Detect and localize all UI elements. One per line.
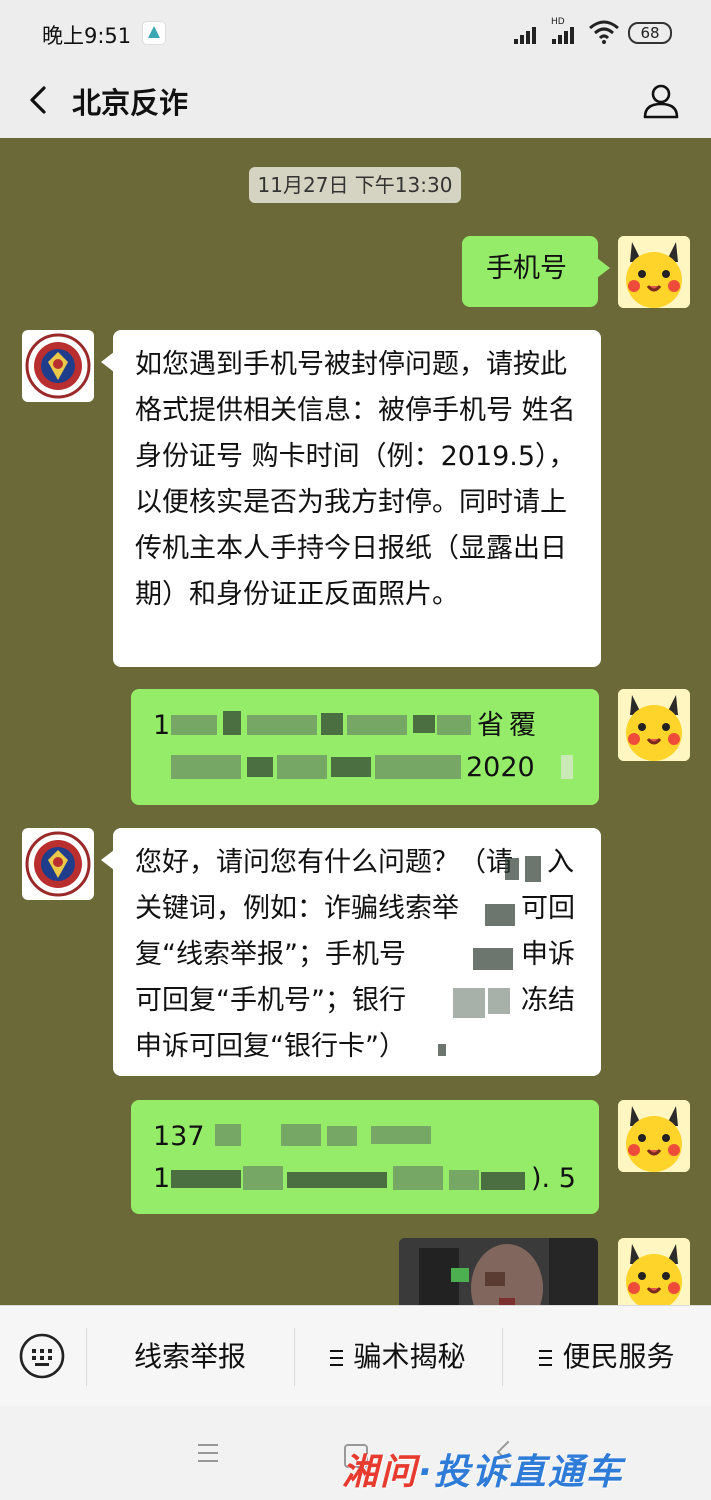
page-title: 北京反诈 xyxy=(72,86,189,120)
menu-item-label: 骗术揭秘 xyxy=(353,1340,466,1373)
profile-icon[interactable] xyxy=(640,80,682,122)
back-arrow-icon[interactable] xyxy=(22,82,58,118)
message-fragment: 1 xyxy=(153,1163,171,1194)
sent-message-bubble-redacted[interactable]: 137 1 ). 5 xyxy=(131,1100,599,1214)
battery-icon: 68 xyxy=(628,22,672,44)
submenu-icon xyxy=(539,1350,553,1366)
chat-header: 北京反诈 xyxy=(0,62,711,138)
message-text: 申诉可回复“银行卡”） xyxy=(135,1031,406,1062)
status-time: 晚上9:51 xyxy=(42,24,132,48)
message-fragment: 1 xyxy=(153,710,171,741)
message-fragment: 省 xyxy=(477,710,504,741)
pikachu-avatar-icon xyxy=(618,1238,690,1305)
message-text: 入 xyxy=(547,847,574,878)
message-text: 如您遇到手机号被封停问题，请按此格式提供相关信息：被停手机号 姓名 身份证号 购… xyxy=(135,349,576,610)
status-bar: 晚上9:51 HD 68 xyxy=(0,0,711,62)
message-timestamp: 11月27日 下午13:30 xyxy=(249,167,461,203)
sent-message-bubble[interactable]: 手机号 xyxy=(462,236,610,307)
submenu-icon xyxy=(330,1350,344,1366)
message-fragment: 2020 xyxy=(466,752,535,783)
menu-item-label: 线索举报 xyxy=(133,1340,246,1373)
official-avatar[interactable] xyxy=(22,330,94,402)
photo-thumbnail xyxy=(399,1238,598,1305)
recent-apps-icon[interactable] xyxy=(198,1444,218,1462)
pikachu-avatar-icon xyxy=(618,689,690,761)
message-text: 复“线索举报”；手机号 xyxy=(135,939,406,970)
message-text: 申诉 xyxy=(521,939,575,970)
received-message-bubble[interactable]: 如您遇到手机号被封停问题，请按此格式提供相关信息：被停手机号 姓名 身份证号 购… xyxy=(101,330,601,667)
pikachu-avatar-icon xyxy=(618,236,690,308)
official-account-menu: 线索举报 骗术揭秘 便民服务 xyxy=(0,1305,711,1407)
app-notification-icon xyxy=(142,21,166,45)
my-avatar[interactable] xyxy=(618,1238,690,1305)
sent-message-bubble-redacted[interactable]: 1 省 覆 2020 xyxy=(131,689,599,805)
menu-item-scam-reveal[interactable]: 骗术揭秘 xyxy=(295,1306,501,1407)
wifi-icon xyxy=(589,20,619,44)
message-fragment: ). 5 xyxy=(531,1163,576,1194)
message-text: 可回复“手机号”；银行 xyxy=(135,985,406,1016)
message-text: 您好，请问您有什么问题？（请 xyxy=(135,847,513,878)
my-avatar[interactable] xyxy=(618,1100,690,1172)
received-message-bubble[interactable]: 您好，请问您有什么问题？（请 入 关键词，例如：诈骗线索举 可回 复“线索举报”… xyxy=(101,828,601,1076)
message-text: 手机号 xyxy=(486,253,567,284)
message-fragment: 覆 xyxy=(509,710,536,741)
police-badge-icon xyxy=(25,831,91,897)
menu-item-public-service[interactable]: 便民服务 xyxy=(503,1306,711,1407)
watermark-logo: 湘问·投诉直通车 xyxy=(342,1452,624,1493)
message-text: 可回 xyxy=(521,893,575,924)
signal-icon xyxy=(514,24,546,44)
message-text: 关键词，例如：诈骗线索举 xyxy=(135,893,459,924)
message-text: 冻结 xyxy=(521,985,575,1016)
police-badge-icon xyxy=(25,333,91,399)
menu-item-label: 便民服务 xyxy=(562,1340,675,1373)
my-avatar[interactable] xyxy=(618,689,690,761)
keyboard-icon[interactable] xyxy=(18,1332,66,1380)
signal-hd-icon xyxy=(552,24,584,44)
menu-item-clue-report[interactable]: 线索举报 xyxy=(87,1306,293,1407)
pikachu-avatar-icon xyxy=(618,1100,690,1172)
sent-image-message[interactable] xyxy=(399,1238,598,1305)
message-fragment: 137 xyxy=(153,1121,205,1152)
official-avatar[interactable] xyxy=(22,828,94,900)
my-avatar[interactable] xyxy=(618,236,690,308)
chat-area[interactable]: 11月27日 下午13:30 手机号 如您遇到手机号被封停问题，请按此格式提供相… xyxy=(0,138,711,1305)
